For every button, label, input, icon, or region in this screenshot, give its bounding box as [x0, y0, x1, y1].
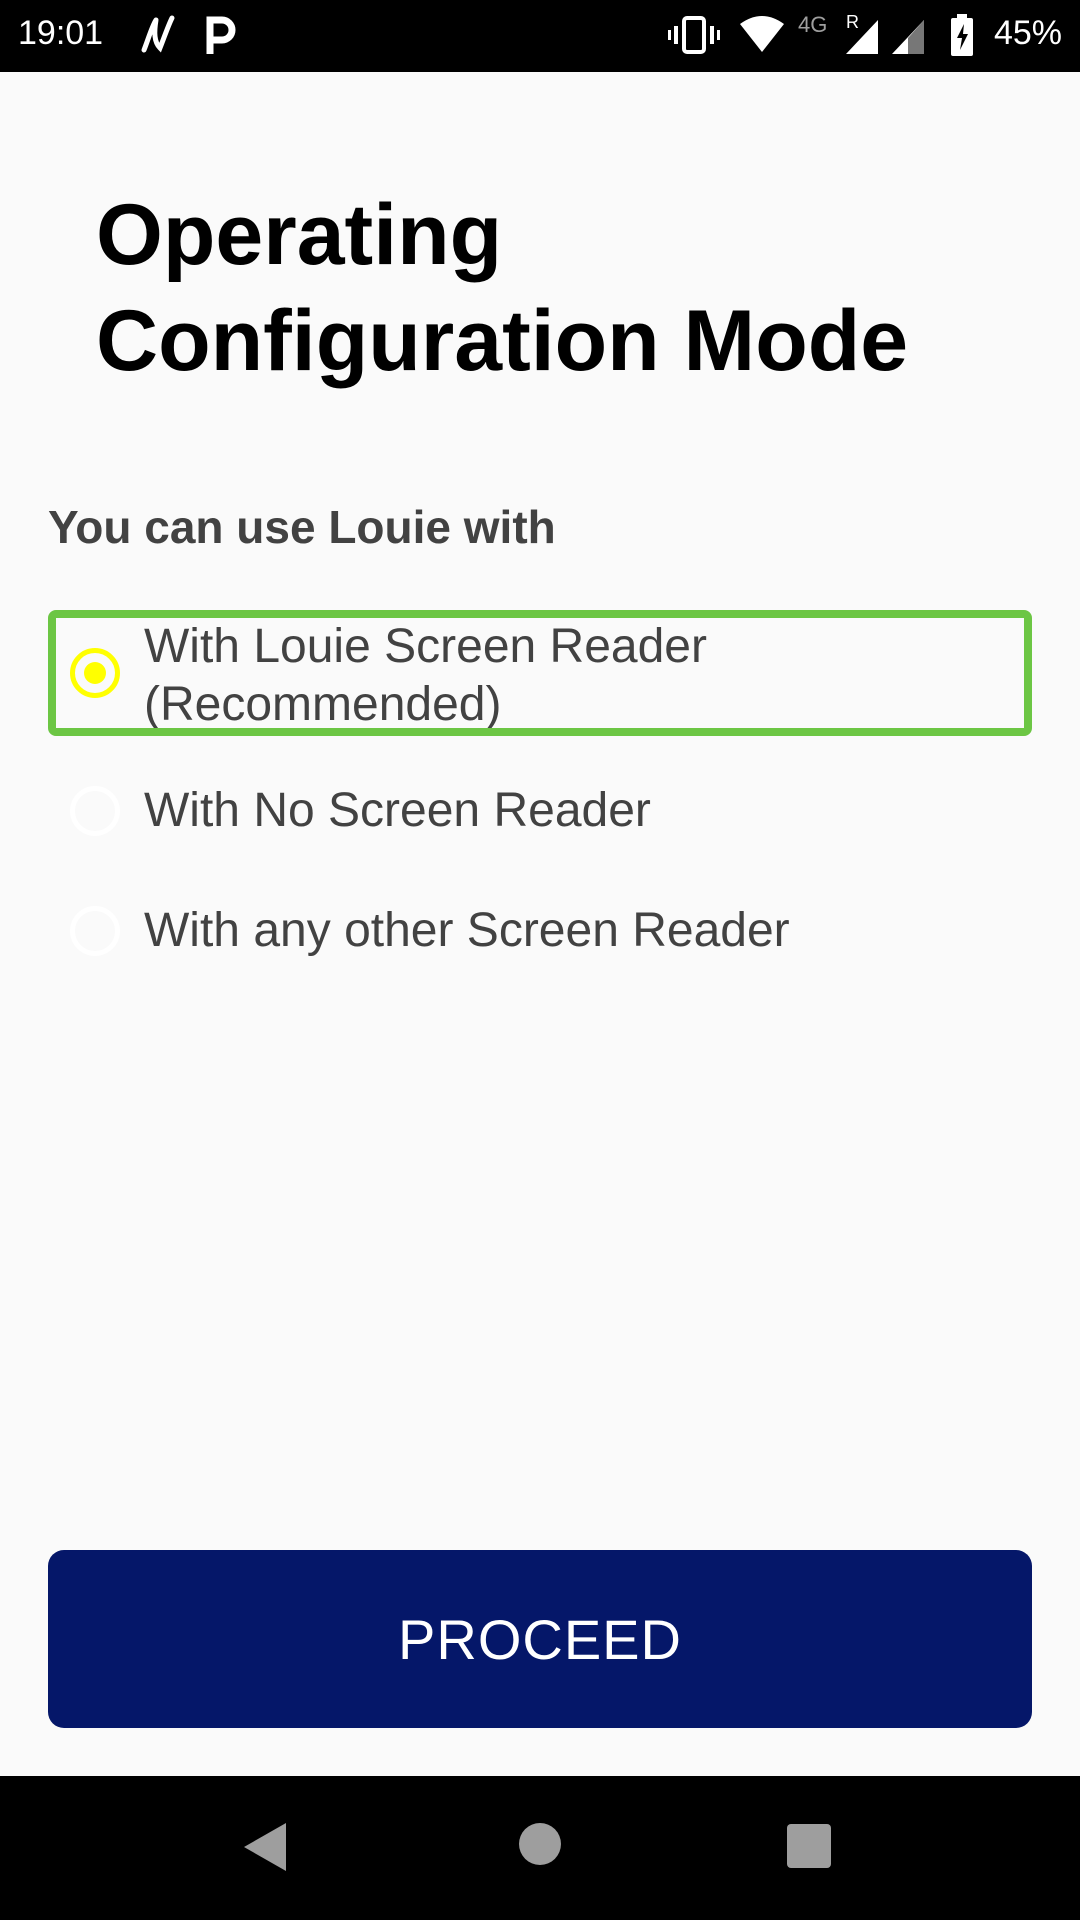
- radio-unselected-icon[interactable]: [70, 906, 120, 956]
- signal-icon: [844, 12, 880, 58]
- p-icon: [204, 12, 238, 58]
- accessibility-focus-ring: [48, 610, 1032, 736]
- signal-icon-2: [890, 12, 926, 58]
- option-no-screen-reader[interactable]: With No Screen Reader: [48, 776, 1032, 846]
- recents-icon[interactable]: [787, 1824, 831, 1868]
- navigation-bar: [0, 1776, 1080, 1920]
- radio-unselected-icon[interactable]: [70, 786, 120, 836]
- option-other-screen-reader[interactable]: With any other Screen Reader: [48, 896, 1032, 966]
- back-icon[interactable]: [244, 1823, 286, 1871]
- options-heading: You can use Louie with: [48, 501, 556, 553]
- network-type: 4G: [798, 12, 828, 37]
- app-n-icon: [138, 12, 178, 58]
- page-title: Operating Configuration Mode: [96, 187, 909, 389]
- proceed-button[interactable]: PROCEED: [48, 1550, 1032, 1728]
- vibrate-icon: [668, 12, 720, 58]
- option-label: With No Screen Reader: [144, 784, 651, 837]
- option-label: With any other Screen Reader: [144, 904, 790, 957]
- home-icon[interactable]: [519, 1823, 561, 1865]
- wifi-icon: [738, 12, 786, 58]
- battery-percent: 45%: [993, 14, 1062, 52]
- battery-icon: [948, 12, 976, 58]
- status-time: 19:01: [18, 14, 104, 52]
- status-bar: 19:01 4G R 45%: [0, 0, 1080, 72]
